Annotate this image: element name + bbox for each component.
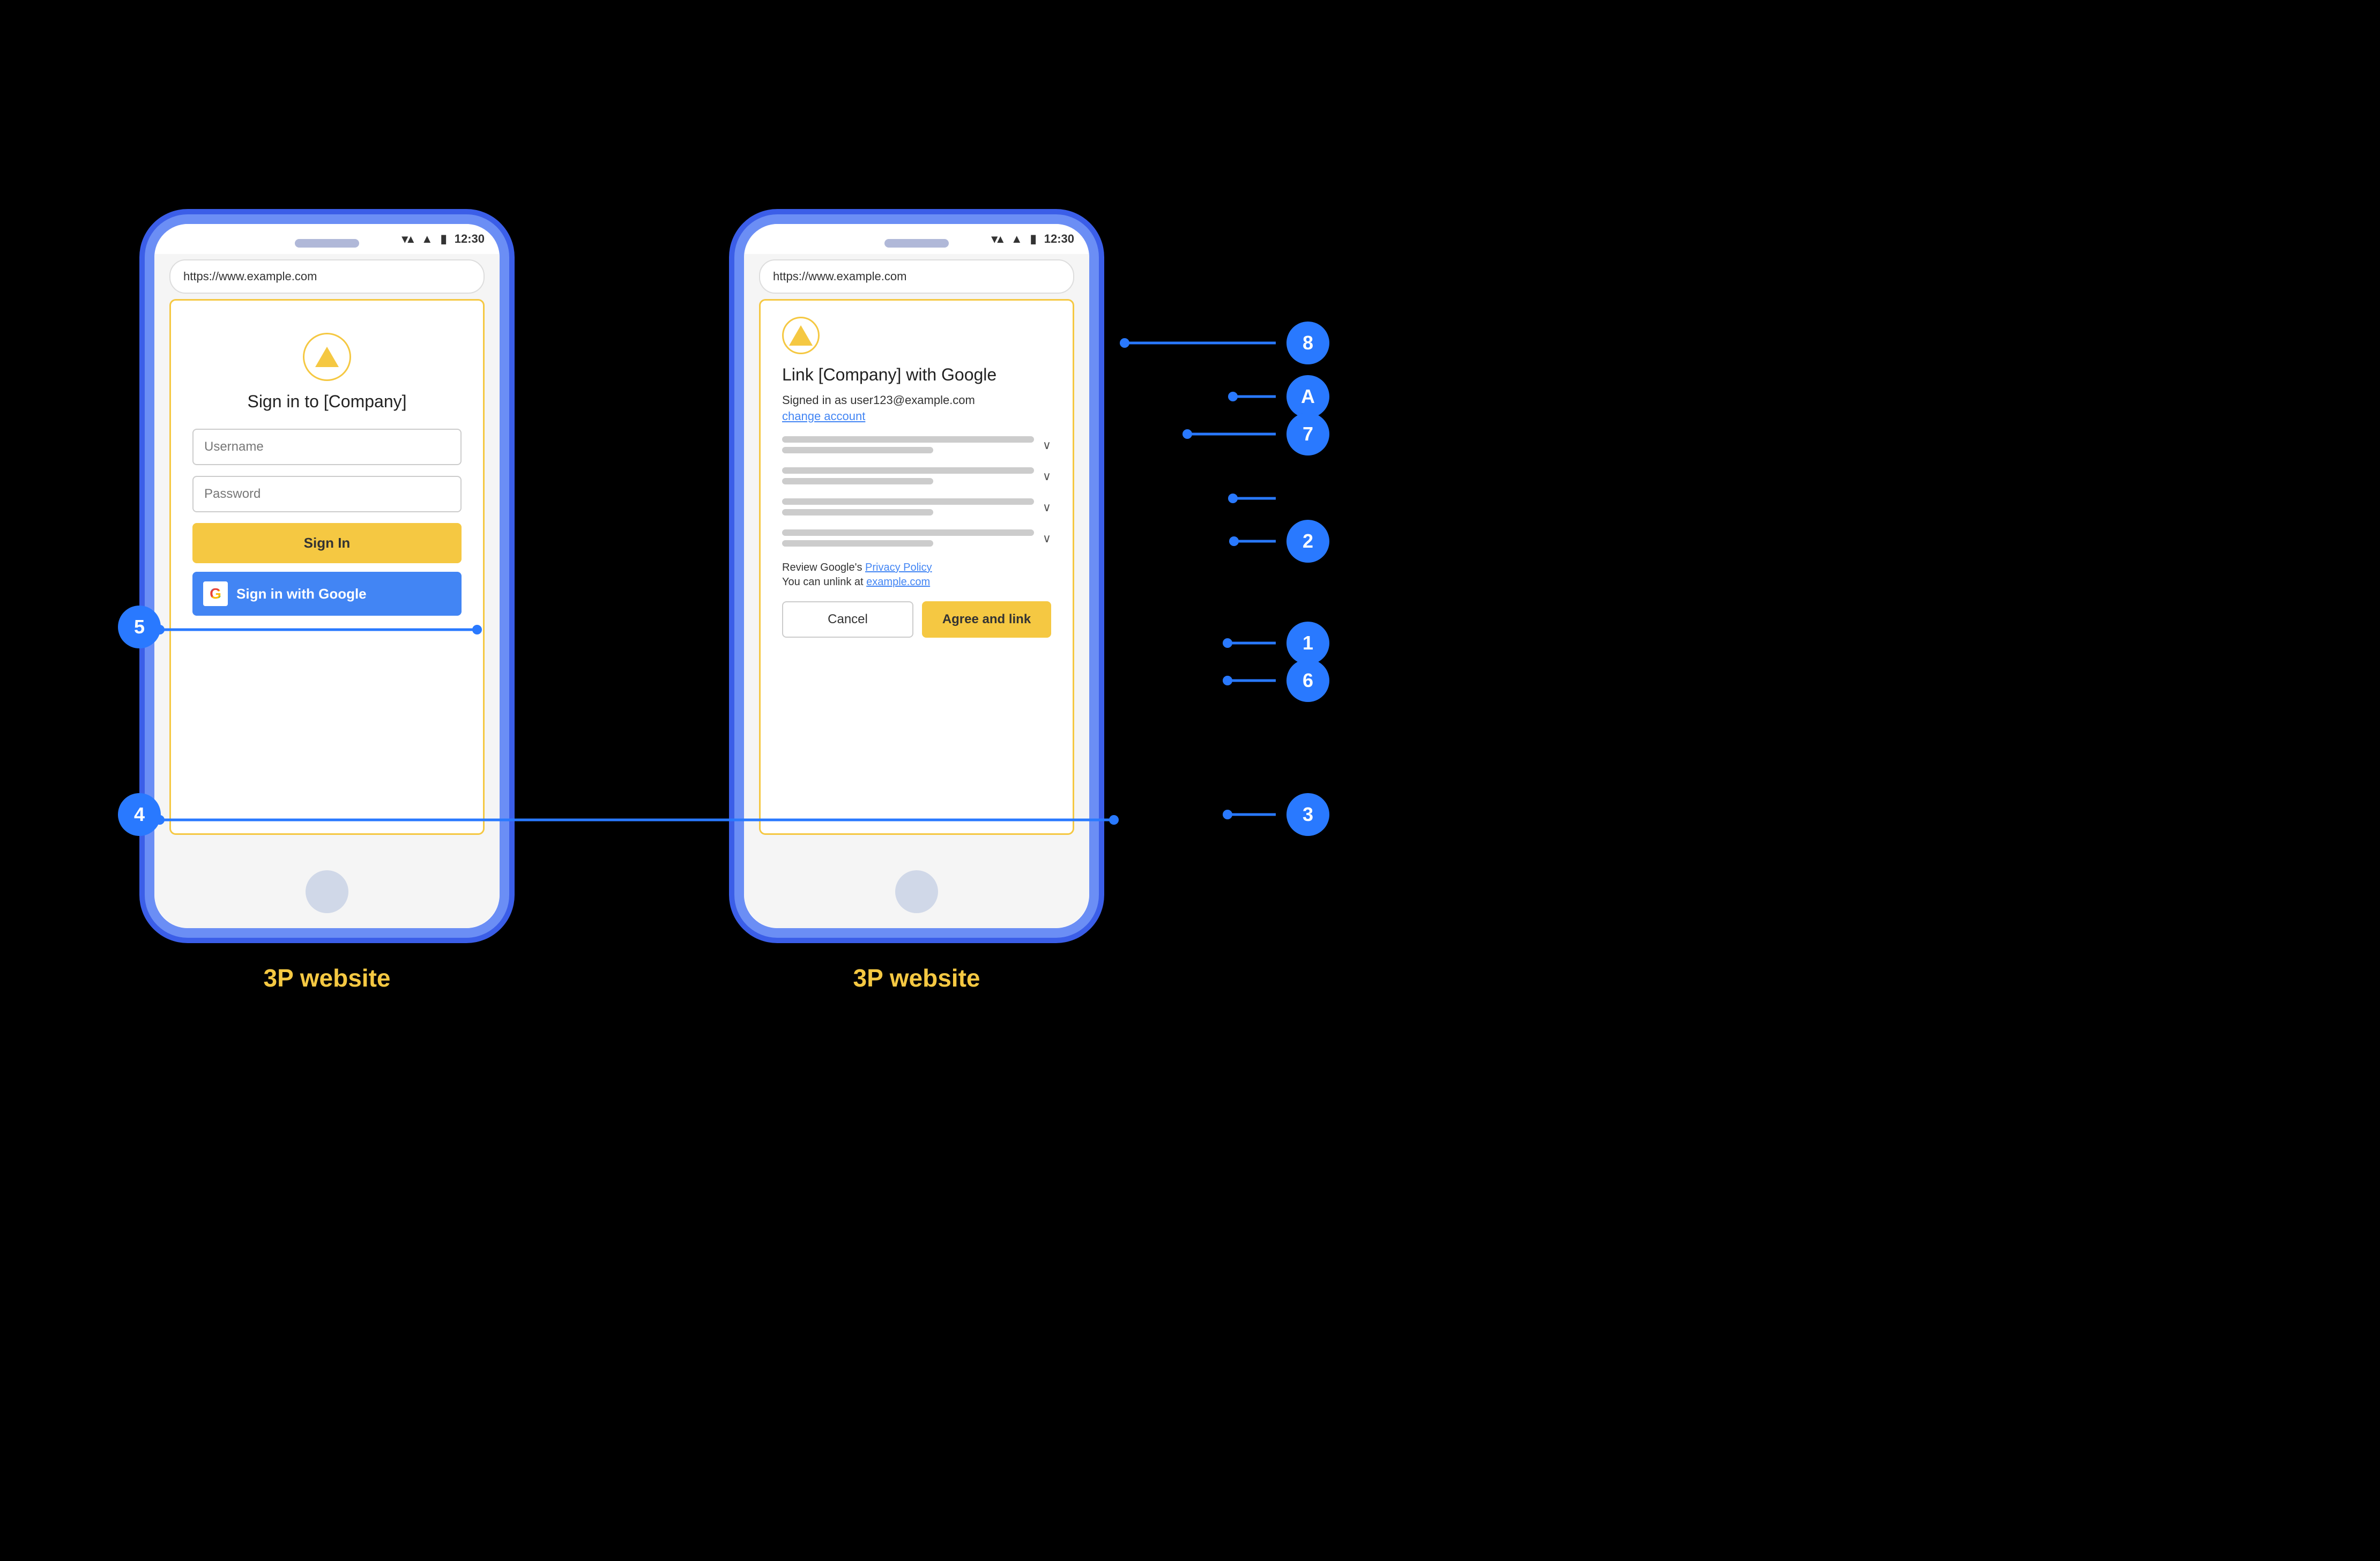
phone-right: ▾▴ ▲ ▮ 12:30 https://www.example.com Lin…: [734, 214, 1099, 938]
policy-text: Review Google's Privacy Policy: [782, 562, 1051, 574]
bubble-3-label: 3: [1303, 803, 1313, 826]
home-button-left[interactable]: [306, 870, 348, 913]
url-text-left: https://www.example.com: [183, 270, 317, 283]
phone-label-right: 3P website: [853, 964, 980, 992]
url-bar-left[interactable]: https://www.example.com: [169, 259, 485, 294]
unlink-prefix: You can unlink at: [782, 576, 866, 588]
annotation-bubble-5: 5: [118, 606, 161, 648]
annotation-bubble-8: 8: [1286, 322, 1329, 364]
google-g-logo: G: [203, 581, 228, 606]
wifi-icon-right: ▾▴: [992, 232, 1003, 246]
chevron-icon-4: ∨: [1043, 532, 1051, 546]
bubble-1-label: 1: [1303, 632, 1313, 654]
link-title: Link [Company] with Google: [782, 365, 1051, 385]
bubble-6-label: 6: [1303, 669, 1313, 692]
phone-left: ▾▴ ▲ ▮ 12:30 https://www.example.com Sig…: [145, 214, 509, 938]
annotation-bubble-4: 4: [118, 793, 161, 836]
agree-and-link-button[interactable]: Agree and link: [922, 601, 1051, 638]
chevron-icon-3: ∨: [1043, 501, 1051, 514]
permission-item-1[interactable]: ∨: [782, 436, 1051, 458]
perm-lines-3: [782, 498, 1043, 520]
sign-in-button[interactable]: Sign In: [192, 523, 462, 563]
perm-line: [782, 540, 933, 547]
speaker-right: [884, 239, 949, 248]
left-phone-content: Sign in to [Company] Username Password S…: [169, 299, 485, 835]
company-logo-left: [303, 333, 351, 381]
action-buttons: Cancel Agree and link: [782, 601, 1051, 638]
g-letter: G: [210, 585, 221, 602]
signal-icon-right: ▲: [1011, 232, 1023, 246]
bubble-7-label: 7: [1303, 423, 1313, 445]
bubble-4-label: 4: [134, 803, 145, 826]
perm-line: [782, 467, 1034, 474]
bubble-5-label: 5: [134, 616, 145, 638]
permission-item-3[interactable]: ∨: [782, 498, 1051, 520]
chevron-icon-1: ∨: [1043, 438, 1051, 452]
home-button-right[interactable]: [895, 870, 938, 913]
bubble-A-label: A: [1301, 385, 1315, 408]
annotation-bubble-2: 2: [1286, 520, 1329, 563]
unlink-link[interactable]: example.com: [866, 576, 930, 588]
policy-prefix: Review Google's: [782, 562, 865, 573]
triangle-icon-left: [315, 347, 339, 367]
wifi-icon-left: ▾▴: [402, 232, 414, 246]
perm-line: [782, 498, 1034, 505]
triangle-icon-right: [789, 325, 813, 346]
perm-line: [782, 436, 1034, 443]
signed-in-text: Signed in as user123@example.com: [782, 393, 1051, 407]
battery-icon-right: ▮: [1030, 232, 1037, 246]
perm-line: [782, 447, 933, 453]
perm-line: [782, 529, 1034, 536]
right-phone-content: Link [Company] with Google Signed in as …: [759, 299, 1074, 835]
permission-list: ∨ ∨ ∨: [782, 436, 1051, 551]
perm-lines-4: [782, 529, 1043, 551]
google-btn-label: Sign in with Google: [236, 586, 367, 602]
change-account-link[interactable]: change account: [782, 409, 865, 423]
scene: ▾▴ ▲ ▮ 12:30 https://www.example.com Sig…: [0, 0, 2380, 1561]
sign-in-title: Sign in to [Company]: [192, 392, 462, 412]
url-text-right: https://www.example.com: [773, 270, 906, 283]
time-left: 12:30: [455, 232, 485, 246]
cancel-button[interactable]: Cancel: [782, 601, 913, 638]
annotation-bubble-7: 7: [1286, 413, 1329, 455]
username-field[interactable]: Username: [192, 429, 462, 465]
bubble-8-label: 8: [1303, 332, 1313, 354]
annotation-bubble-1: 1: [1286, 622, 1329, 664]
speaker-left: [295, 239, 359, 248]
perm-line: [782, 478, 933, 484]
time-right: 12:30: [1044, 232, 1074, 246]
bubble-2-label: 2: [1303, 530, 1313, 552]
perm-lines-1: [782, 436, 1043, 458]
chevron-icon-2: ∨: [1043, 469, 1051, 483]
right-header: [782, 317, 1051, 354]
google-sign-in-button[interactable]: G Sign in with Google: [192, 572, 462, 616]
phone-label-left: 3P website: [264, 964, 391, 992]
company-logo-right: [782, 317, 820, 354]
battery-icon-left: ▮: [441, 232, 447, 246]
annotation-bubble-3: 3: [1286, 793, 1329, 836]
password-field[interactable]: Password: [192, 476, 462, 512]
permission-item-4[interactable]: ∨: [782, 529, 1051, 551]
annotation-bubble-A: A: [1286, 375, 1329, 418]
signal-icon-left: ▲: [421, 232, 433, 246]
permission-item-2[interactable]: ∨: [782, 467, 1051, 489]
url-bar-right[interactable]: https://www.example.com: [759, 259, 1074, 294]
unlink-text: You can unlink at example.com: [782, 576, 1051, 588]
perm-line: [782, 509, 933, 516]
perm-lines-2: [782, 467, 1043, 489]
annotation-bubble-6: 6: [1286, 659, 1329, 702]
privacy-policy-link[interactable]: Privacy Policy: [865, 562, 932, 573]
